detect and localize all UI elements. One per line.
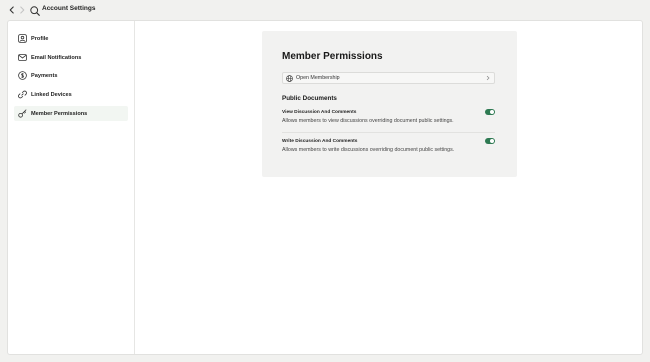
dollar-icon — [17, 71, 27, 81]
membership-select-value: Open Membership — [296, 75, 340, 81]
main-content: Member Permissions Open Membership Publi… — [135, 21, 642, 354]
key-icon — [17, 109, 27, 119]
user-icon — [17, 34, 27, 44]
sidebar-item-label: Linked Devices — [31, 91, 72, 98]
sidebar: Profile Email Notifications Payments Lin… — [8, 21, 135, 354]
view-discussion-toggle[interactable] — [485, 109, 495, 115]
permission-title: View Discussion And Comments — [282, 110, 357, 115]
globe-icon — [285, 74, 293, 82]
sidebar-item-payments[interactable]: Payments — [14, 68, 128, 83]
search-icon — [30, 6, 40, 16]
permissions-card: Member Permissions Open Membership Publi… — [262, 31, 517, 177]
sidebar-item-label: Profile — [31, 35, 49, 42]
search-button[interactable] — [29, 4, 41, 16]
page-title: Account Settings — [42, 5, 96, 12]
sidebar-item-email-notifications[interactable]: Email Notifications — [14, 50, 128, 65]
settings-window: Profile Email Notifications Payments Lin… — [7, 20, 643, 355]
chevron-right-icon — [486, 75, 490, 81]
mail-icon — [17, 53, 27, 63]
sidebar-item-label: Payments — [31, 72, 58, 79]
sidebar-item-label: Member Permissions — [31, 110, 88, 117]
sidebar-item-member-permissions[interactable]: Member Permissions — [14, 106, 128, 121]
section-heading: Member Permissions — [282, 51, 383, 62]
chevron-right-icon — [20, 6, 25, 14]
membership-select[interactable]: Open Membership — [282, 72, 495, 84]
toggle-knob — [490, 110, 494, 114]
sidebar-item-label: Email Notifications — [31, 54, 82, 61]
permission-title: Write Discussion And Comments — [282, 139, 358, 144]
chevron-left-icon — [9, 6, 14, 14]
toggle-knob — [490, 139, 494, 143]
divider — [282, 132, 495, 133]
top-bar: Account Settings — [0, 0, 650, 20]
public-documents-heading: Public Documents — [282, 95, 337, 102]
link-icon — [17, 90, 27, 100]
permission-description: Allows members to write discussions over… — [282, 147, 455, 153]
sidebar-item-profile[interactable]: Profile — [14, 31, 128, 46]
permission-description: Allows members to view discussions overr… — [282, 118, 454, 124]
forward-button[interactable] — [16, 4, 28, 16]
sidebar-item-linked-devices[interactable]: Linked Devices — [14, 87, 128, 102]
write-discussion-toggle[interactable] — [485, 138, 495, 144]
